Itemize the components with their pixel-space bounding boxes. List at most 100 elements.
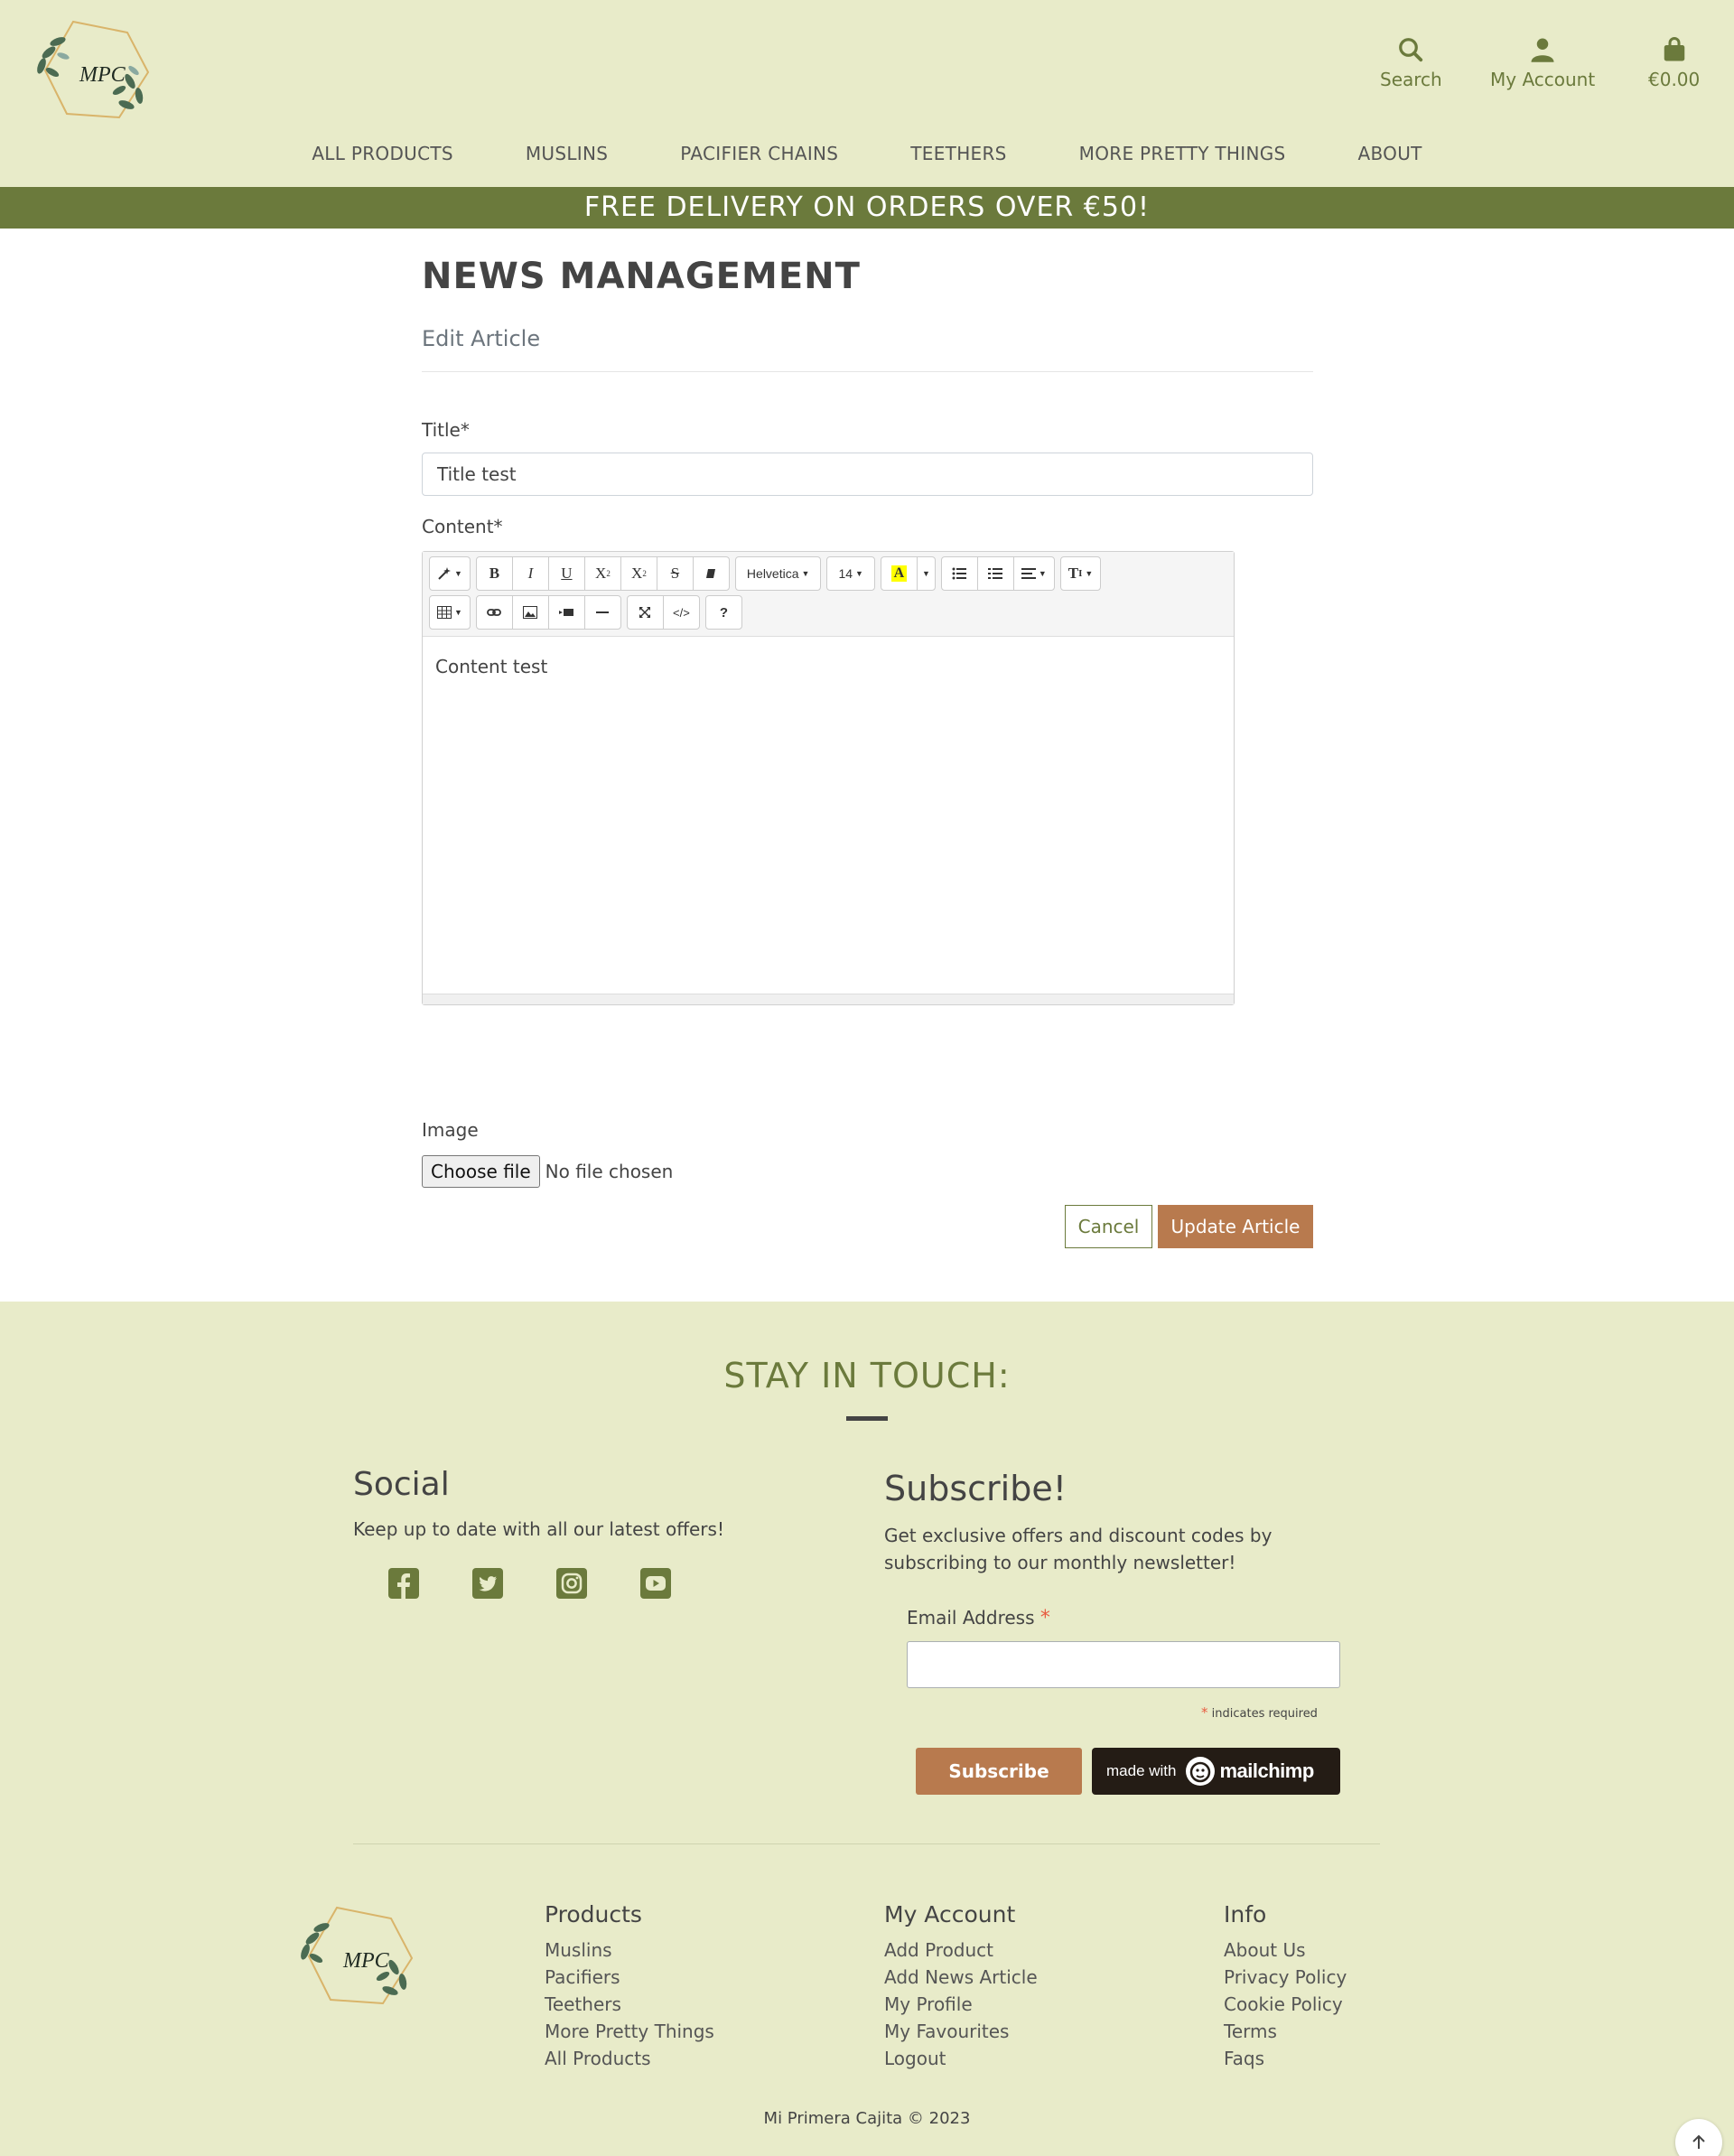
- fullscreen-icon[interactable]: [626, 595, 664, 630]
- subscribe-button[interactable]: Subscribe: [916, 1748, 1082, 1795]
- update-article-button[interactable]: Update Article: [1158, 1205, 1313, 1248]
- footer-link-my-favourites[interactable]: My Favourites: [884, 2018, 1038, 2045]
- cart-total: €0.00: [1648, 69, 1701, 90]
- footer-link-add-news-article[interactable]: Add News Article: [884, 1964, 1038, 1991]
- email-label: Email Address *: [907, 1607, 1050, 1629]
- footer-link-my-profile[interactable]: My Profile: [884, 1991, 1038, 2018]
- horizontal-rule-icon[interactable]: [583, 595, 621, 630]
- twitter-icon[interactable]: [472, 1568, 503, 1599]
- footer-link-more-pretty-things[interactable]: More Pretty Things: [545, 2018, 714, 2045]
- email-input[interactable]: [907, 1641, 1340, 1688]
- text-color-icon[interactable]: A: [880, 556, 918, 591]
- footer-divider: [353, 1843, 1380, 1844]
- color-dropdown[interactable]: ▼: [916, 556, 936, 591]
- file-status: No file chosen: [545, 1161, 674, 1182]
- help-icon[interactable]: ?: [704, 595, 742, 630]
- editor-resize-bar[interactable]: [423, 994, 1234, 1004]
- text-style-icon[interactable]: T I ▼: [1059, 556, 1102, 591]
- footer-link-add-product[interactable]: Add Product: [884, 1937, 1038, 1964]
- main-nav: All Products Muslins Pacifier Chains Tee…: [0, 143, 1734, 164]
- title-input[interactable]: [422, 453, 1313, 496]
- image-file-input: Choose file No file chosen: [422, 1155, 673, 1188]
- numbered-list-icon[interactable]: [976, 556, 1014, 591]
- search-label: Search: [1380, 69, 1442, 90]
- logo-letters: MPC: [79, 63, 126, 87]
- code-view-icon[interactable]: </>: [662, 595, 700, 630]
- facebook-icon[interactable]: [388, 1568, 419, 1599]
- subscribe-text: Get exclusive offers and discount codes …: [884, 1525, 1273, 1573]
- divider: [422, 371, 1313, 372]
- align-icon[interactable]: ▼: [1012, 556, 1055, 591]
- footer-account-column: My Account Add Product Add News Article …: [884, 1901, 1038, 2072]
- editor-content[interactable]: Content test: [435, 656, 547, 677]
- mailchimp-logo-icon: [1186, 1757, 1216, 1786]
- nav-muslins[interactable]: Muslins: [526, 143, 608, 164]
- nav-all-products[interactable]: All Products: [312, 143, 453, 164]
- cart-link[interactable]: €0.00: [1648, 36, 1700, 90]
- footer-link-logout[interactable]: Logout: [884, 2045, 1038, 2072]
- footer-link-terms[interactable]: Terms: [1224, 2018, 1347, 2045]
- table-icon[interactable]: ▼: [429, 595, 471, 630]
- footer-products-column: Products Muslins Pacifiers Teethers More…: [545, 1901, 714, 2072]
- footer-products-heading: Products: [545, 1901, 642, 1927]
- title-underline: [846, 1416, 888, 1421]
- instagram-icon[interactable]: [556, 1568, 587, 1599]
- required-note: * indicates required: [1201, 1704, 1318, 1721]
- shopping-bag-icon: [1664, 37, 1684, 61]
- social-heading: Social: [353, 1466, 450, 1503]
- footer-info-column: Info About Us Privacy Policy Cookie Poli…: [1224, 1901, 1347, 2072]
- page-subtitle: Edit Article: [422, 326, 541, 351]
- superscript-button[interactable]: X2: [583, 556, 621, 591]
- footer-link-muslins[interactable]: Muslins: [545, 1937, 714, 1964]
- search-icon: [1399, 38, 1423, 62]
- footer-logo[interactable]: MPC: [296, 1902, 415, 2011]
- bold-button[interactable]: B: [475, 556, 513, 591]
- footer-link-privacy-policy[interactable]: Privacy Policy: [1224, 1964, 1347, 1991]
- nav-more-pretty-things[interactable]: More Pretty Things: [1079, 143, 1286, 164]
- user-icon: [1531, 38, 1554, 62]
- underline-button[interactable]: U: [547, 556, 585, 591]
- mailchimp-small-text: made with: [1106, 1762, 1177, 1779]
- mailchimp-wordmark: mailchimp: [1219, 1759, 1314, 1782]
- choose-file-button[interactable]: Choose file: [422, 1155, 540, 1188]
- social-text: Keep up to date with all our latest offe…: [353, 1518, 724, 1540]
- eraser-icon[interactable]: [692, 556, 730, 591]
- nav-pacifier-chains[interactable]: Pacifier Chains: [680, 143, 838, 164]
- required-star: *: [1039, 1607, 1050, 1629]
- footer-link-about-us[interactable]: About Us: [1224, 1937, 1347, 1964]
- link-icon[interactable]: [475, 595, 513, 630]
- mailchimp-badge[interactable]: made with mailchimp: [1092, 1748, 1340, 1795]
- delivery-banner: FREE DELIVERY ON ORDERS OVER €50!: [0, 187, 1734, 229]
- footer-info-heading: Info: [1224, 1901, 1267, 1927]
- font-size-select[interactable]: 14 ▼: [826, 556, 875, 591]
- font-family-select[interactable]: Helvetica ▼: [734, 556, 822, 591]
- rich-text-editor: ▼ B I U X2 X2 S Helvetica ▼ 14 ▼ A ▼ ▼ T…: [422, 551, 1235, 1005]
- account-link[interactable]: My Account: [1490, 36, 1595, 90]
- footer-link-cookie-policy[interactable]: Cookie Policy: [1224, 1991, 1347, 2018]
- title-label: Title*: [422, 419, 470, 441]
- footer-link-all-products[interactable]: All Products: [545, 2045, 714, 2072]
- footer-account-heading: My Account: [884, 1901, 1016, 1927]
- strikethrough-button[interactable]: S: [656, 556, 694, 591]
- footer-logo-letters: MPC: [342, 1949, 390, 1973]
- bullet-list-icon[interactable]: [940, 556, 978, 591]
- footer-link-pacifiers[interactable]: Pacifiers: [545, 1964, 714, 1991]
- logo[interactable]: MPC: [33, 16, 152, 125]
- nav-about[interactable]: About: [1358, 143, 1422, 164]
- footer-link-faqs[interactable]: Faqs: [1224, 2045, 1347, 2072]
- site-footer: STAY IN TOUCH: Social Keep up to date wi…: [0, 1302, 1734, 2156]
- youtube-icon[interactable]: [640, 1568, 671, 1599]
- editor-toolbar: ▼ B I U X2 X2 S Helvetica ▼ 14 ▼ A ▼ ▼ T…: [423, 552, 1234, 637]
- magic-style-icon[interactable]: ▼: [429, 556, 471, 591]
- subscript-button[interactable]: X2: [620, 556, 657, 591]
- page-title: NEWS MANAGEMENT: [422, 256, 861, 297]
- nav-teethers[interactable]: Teethers: [910, 143, 1006, 164]
- video-icon[interactable]: [547, 595, 585, 630]
- footer-link-teethers[interactable]: Teethers: [545, 1991, 714, 2018]
- account-label: My Account: [1490, 69, 1596, 90]
- search-link[interactable]: Search: [1380, 36, 1442, 90]
- cancel-button[interactable]: Cancel: [1065, 1205, 1152, 1248]
- image-label: Image: [422, 1119, 479, 1141]
- italic-button[interactable]: I: [511, 556, 549, 591]
- image-icon[interactable]: [511, 595, 549, 630]
